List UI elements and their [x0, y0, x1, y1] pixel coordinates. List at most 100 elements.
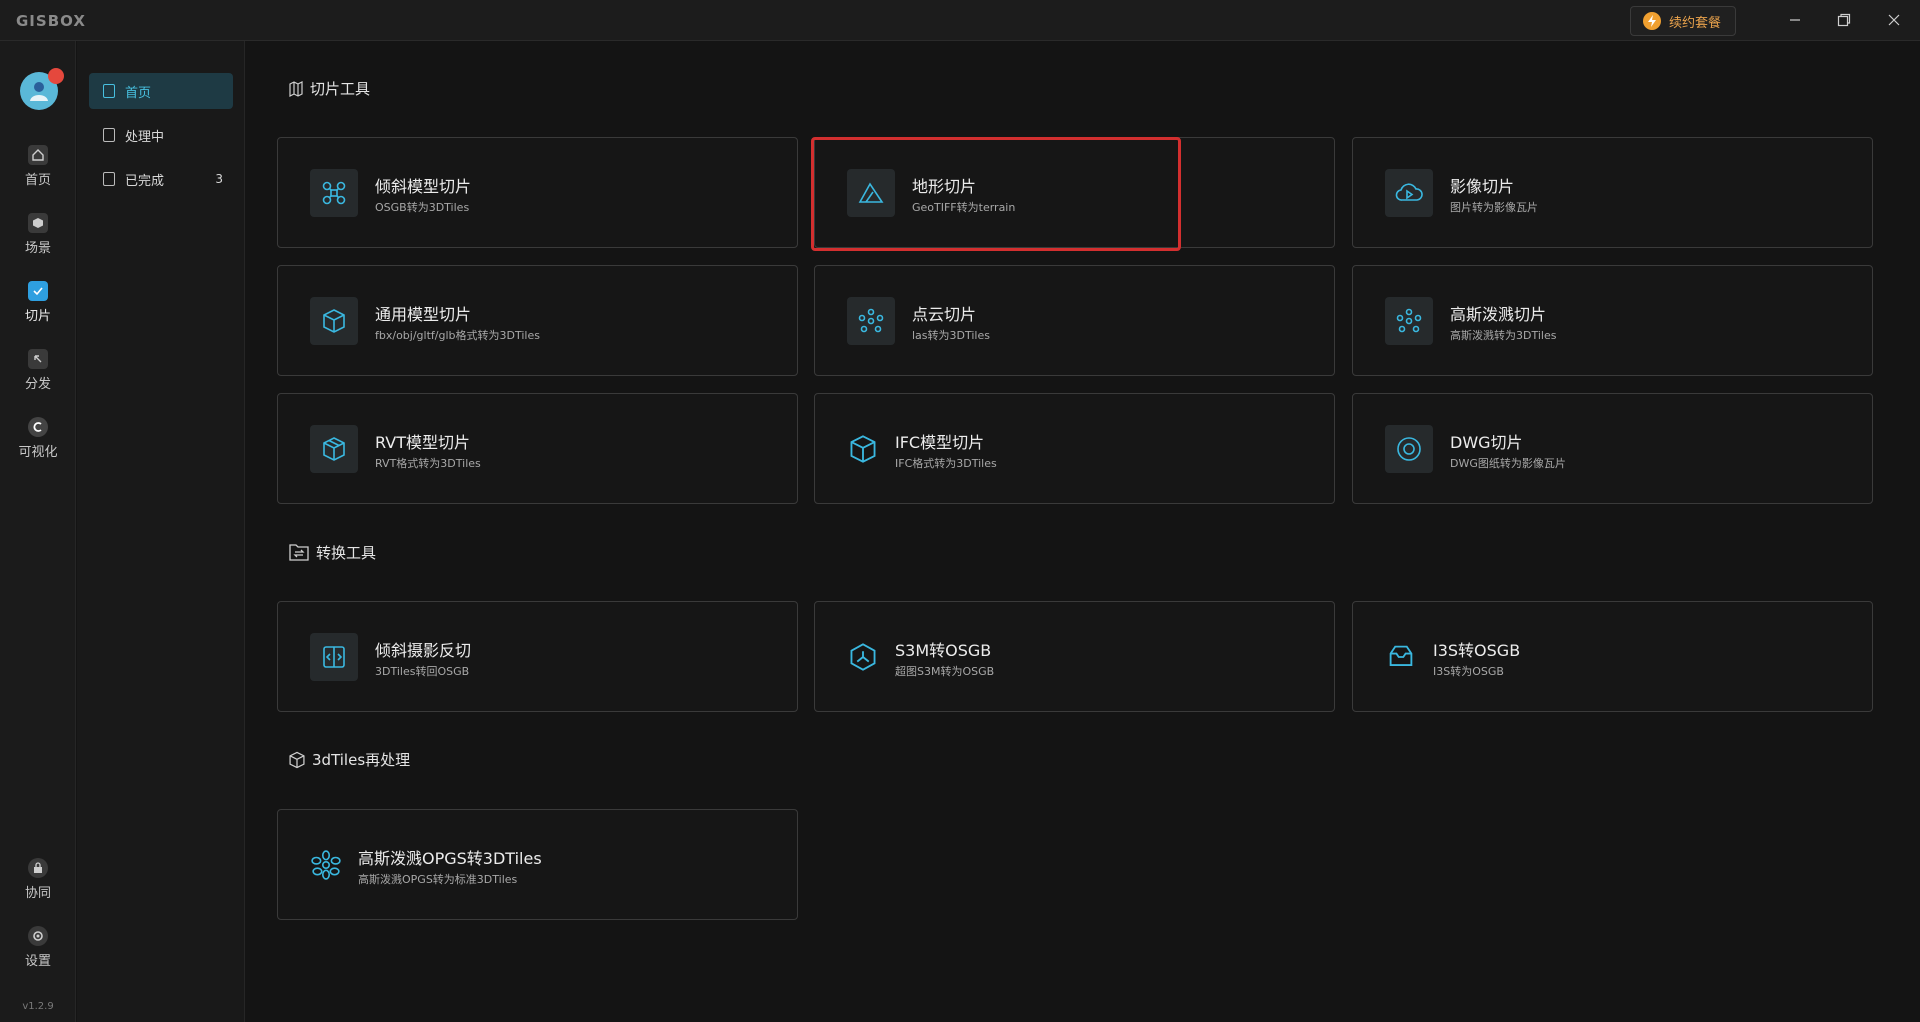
left-rail: 首页 场景 切片 分发 可视化 协同 设置 v1.2.9	[0, 41, 76, 1022]
lightning-icon	[1643, 12, 1661, 30]
tool-card-gaussian[interactable]: 高斯泼溅切片 高斯泼溅转为3DTiles	[1352, 265, 1873, 376]
minimize-button[interactable]	[1782, 8, 1808, 32]
rail-item-label: 设置	[24, 953, 51, 969]
subnav-item-completed[interactable]: 已完成 3	[89, 161, 233, 197]
gear-icon	[28, 925, 48, 946]
card-description: RVT格式转为3DTiles	[375, 457, 481, 470]
ifc-cube-icon	[839, 425, 887, 473]
folder-convert-icon	[289, 544, 309, 561]
home-icon	[28, 144, 48, 165]
rail-item-slice[interactable]: 切片	[0, 274, 76, 330]
close-icon	[1888, 14, 1900, 26]
section-title-slicing: 切片工具	[288, 78, 370, 99]
minimize-icon	[1790, 19, 1800, 21]
visualize-icon	[28, 416, 48, 437]
rail-item-label: 首页	[24, 172, 51, 188]
renew-package-label: 续约套餐	[1669, 15, 1722, 31]
section-title-text: 转换工具	[316, 543, 377, 562]
tool-card-ifc[interactable]: IFC模型切片 IFC格式转为3DTiles	[814, 393, 1335, 504]
avatar[interactable]	[20, 68, 64, 110]
card-description: 图片转为影像瓦片	[1450, 201, 1538, 214]
card-description: OSGB转为3DTiles	[375, 201, 470, 214]
cubes-icon	[310, 425, 358, 473]
cube-icon	[310, 297, 358, 345]
subnav-item-label: 首页	[125, 85, 152, 101]
rail-item-distribute[interactable]: 分发	[0, 342, 76, 398]
tool-card-oblique[interactable]: 倾斜模型切片 OSGB转为3DTiles	[277, 137, 798, 248]
tool-card-s3m[interactable]: S3M转OSGB 超图S3M转为OSGB	[814, 601, 1335, 712]
rail-item-label: 分发	[24, 376, 51, 392]
card-description: DWG图纸转为影像瓦片	[1450, 457, 1566, 470]
tool-card-reverse-slice[interactable]: 倾斜摄影反切 3DTiles转回OSGB	[277, 601, 798, 712]
card-description: 高斯泼溅转为3DTiles	[1450, 329, 1557, 342]
tool-card-i3s[interactable]: I3S转OSGB I3S转为OSGB	[1352, 601, 1873, 712]
subnav-item-label: 处理中	[125, 129, 165, 145]
section-title-text: 切片工具	[310, 80, 371, 98]
rail-item-settings[interactable]: 设置	[0, 919, 76, 975]
close-button[interactable]	[1881, 8, 1907, 32]
card-description: las转为3DTiles	[912, 329, 990, 342]
cube-icon	[28, 212, 48, 233]
section-title-reprocess: 3dTiles再处理	[288, 749, 410, 770]
document-icon	[103, 128, 115, 142]
card-title: RVT模型切片	[375, 433, 470, 452]
point-cloud-icon	[847, 297, 895, 345]
rail-item-label: 场景	[24, 240, 51, 256]
card-description: 高斯泼溅OPGS转为标准3DTiles	[358, 873, 518, 886]
restore-button[interactable]	[1831, 8, 1857, 32]
tool-card-opgs[interactable]: 高斯泼溅OPGS转3DTiles 高斯泼溅OPGS转为标准3DTiles	[277, 809, 798, 920]
app-logo: GISBOX	[16, 12, 86, 30]
rail-item-label: 可视化	[18, 444, 58, 460]
cloud-play-icon	[1385, 169, 1433, 217]
tool-card-dwg[interactable]: DWG切片 DWG图纸转为影像瓦片	[1352, 393, 1873, 504]
title-bar: GISBOX 续约套餐	[0, 0, 1920, 41]
rail-item-label: 切片	[24, 308, 51, 324]
card-title: S3M转OSGB	[895, 641, 992, 660]
flower-icon	[302, 841, 350, 889]
tool-card-point-cloud[interactable]: 点云切片 las转为3DTiles	[814, 265, 1335, 376]
document-icon	[103, 84, 115, 98]
rail-item-home[interactable]: 首页	[0, 138, 76, 194]
cube-outline-icon	[289, 751, 305, 768]
card-title: 点云切片	[912, 305, 977, 324]
secondary-nav: 首页 处理中 已完成 3	[77, 41, 245, 1022]
user-avatar-icon	[30, 82, 48, 101]
rail-item-visualize[interactable]: 可视化	[0, 410, 76, 466]
restore-icon	[1837, 13, 1851, 27]
completed-count-badge: 3	[215, 172, 223, 186]
main-content: 切片工具 倾斜模型切片 OSGB转为3DTiles 地形切片 GeoTIFF转为…	[246, 41, 1920, 1022]
rail-item-scene[interactable]: 场景	[0, 206, 76, 262]
rail-item-label: 协同	[24, 885, 51, 901]
section-title-conversion: 转换工具	[288, 541, 376, 563]
card-title: 倾斜模型切片	[375, 177, 472, 196]
card-title: I3S转OSGB	[1433, 641, 1521, 660]
hexagon-icon	[839, 633, 887, 681]
card-title: IFC模型切片	[895, 433, 985, 452]
gaussian-icon	[1385, 297, 1433, 345]
card-title: 高斯泼溅OPGS转3DTiles	[358, 849, 542, 868]
card-title: 高斯泼溅切片	[1450, 305, 1547, 324]
tool-card-rvt[interactable]: RVT模型切片 RVT格式转为3DTiles	[277, 393, 798, 504]
dwg-ring-icon	[1385, 425, 1433, 473]
subnav-item-processing[interactable]: 处理中	[89, 117, 233, 153]
tool-card-generic-model[interactable]: 通用模型切片 fbx/obj/gltf/glb格式转为3DTiles	[277, 265, 798, 376]
rail-item-collaborate[interactable]: 协同	[0, 851, 76, 907]
card-description: I3S转为OSGB	[1433, 665, 1504, 678]
distribute-icon	[28, 348, 48, 369]
card-title: 通用模型切片	[375, 305, 472, 324]
drone-icon	[310, 169, 358, 217]
lock-icon	[28, 857, 48, 878]
subnav-item-home[interactable]: 首页	[89, 73, 233, 109]
reverse-slice-icon	[310, 633, 358, 681]
highlight-box	[811, 137, 1181, 251]
subnav-item-label: 已完成	[125, 173, 165, 189]
notification-badge[interactable]	[48, 68, 64, 84]
card-description: 超图S3M转为OSGB	[895, 665, 995, 678]
slice-icon	[28, 280, 48, 301]
tool-card-imagery[interactable]: 影像切片 图片转为影像瓦片	[1352, 137, 1873, 248]
card-title: 影像切片	[1450, 177, 1515, 196]
renew-package-button[interactable]: 续约套餐	[1630, 6, 1736, 36]
section-title-text: 3dTiles再处理	[312, 751, 411, 769]
card-description: fbx/obj/gltf/glb格式转为3DTiles	[375, 329, 540, 342]
map-fold-icon	[289, 80, 303, 97]
